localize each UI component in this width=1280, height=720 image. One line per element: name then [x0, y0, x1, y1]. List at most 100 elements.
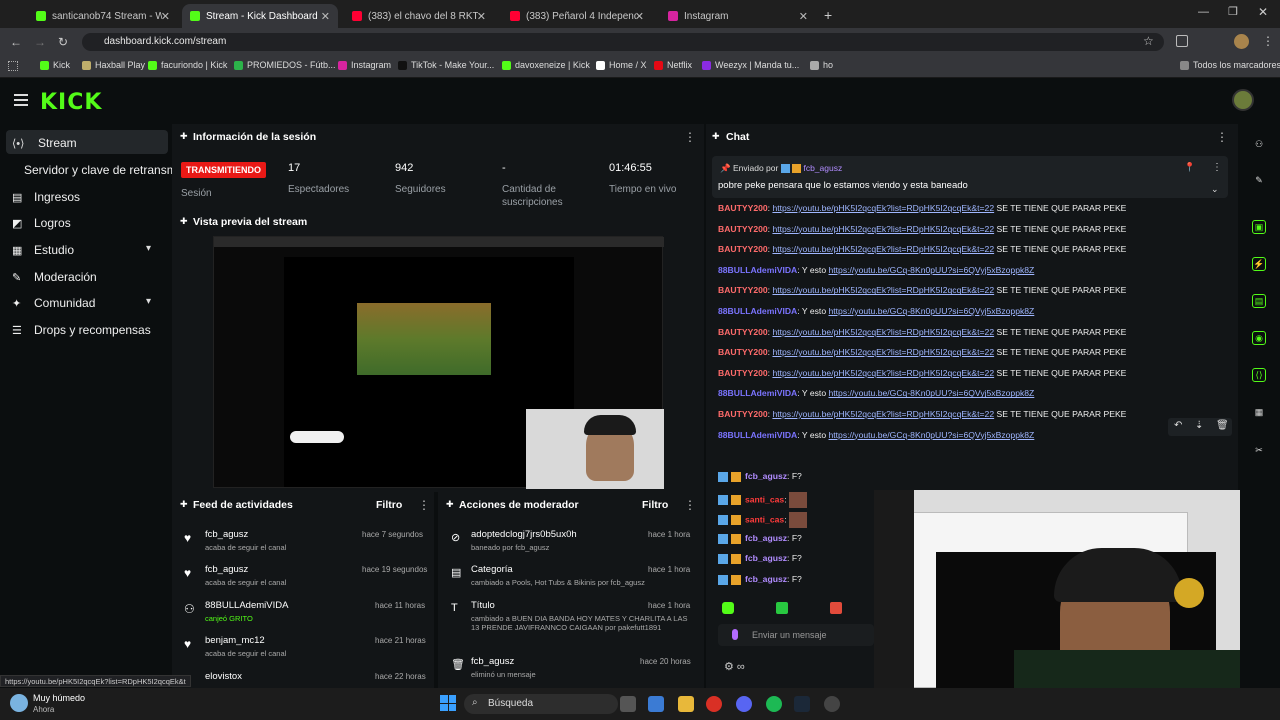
- app-icon[interactable]: [824, 696, 840, 712]
- chat-link[interactable]: https://youtu.be/pHK5I2qcqEk?list=RDpHK5…: [772, 409, 994, 419]
- hamburger-menu-icon[interactable]: [14, 94, 28, 106]
- chat-message[interactable]: BAUTYY200: https://youtu.be/pHK5I2qcqEk?…: [718, 285, 1126, 295]
- chat-link[interactable]: https://youtu.be/pHK5I2qcqEk?list=RDpHK5…: [772, 285, 994, 295]
- chevron-down-icon[interactable]: ▾: [146, 243, 151, 254]
- chat-link[interactable]: https://youtu.be/pHK5I2qcqEk?list=RDpHK5…: [772, 224, 994, 234]
- sidebar-item-estudio[interactable]: ▦ Estudio: [12, 243, 74, 257]
- chat-username[interactable]: BAUTYY200: [718, 285, 768, 295]
- delete-icon[interactable]: 🗑: [1216, 420, 1229, 431]
- chevron-down-icon[interactable]: ▾: [146, 296, 151, 307]
- chat-message[interactable]: BAUTYY200: https://youtu.be/pHK5I2qcqEk?…: [718, 347, 1126, 357]
- tool-icon[interactable]: ⚡: [1252, 257, 1266, 271]
- pin-message-icon[interactable]: ⇣: [1195, 420, 1203, 431]
- chat-username[interactable]: santi_cas: [745, 494, 784, 504]
- chat-username[interactable]: BAUTYY200: [718, 347, 768, 357]
- browser-tab[interactable]: Instagram ✕: [660, 4, 816, 28]
- sidebar-item-comunidad[interactable]: ✦ Comunidad: [12, 296, 95, 310]
- chat-username[interactable]: BAUTYY200: [718, 224, 768, 234]
- chat-message[interactable]: santi_cas:: [718, 491, 807, 508]
- chat-message[interactable]: 88BULLAdemiVIDA: Y esto https://youtu.be…: [718, 306, 1034, 316]
- chat-settings-icon[interactable]: ⚙ ∞: [724, 660, 745, 673]
- close-tab-icon[interactable]: ✕: [635, 10, 644, 23]
- tool-icon[interactable]: ▤: [1252, 294, 1266, 308]
- browser-tab[interactable]: (383) Peñarol 4 Independient✕: [502, 4, 652, 28]
- mod-action-title[interactable]: Título: [471, 600, 495, 611]
- close-tab-icon[interactable]: ✕: [161, 10, 170, 23]
- chat-username[interactable]: BAUTYY200: [718, 409, 768, 419]
- kick-logo[interactable]: KICK: [40, 90, 102, 115]
- bookmark-item[interactable]: Kick: [40, 60, 70, 70]
- emote-icon[interactable]: [776, 602, 788, 614]
- mod-menu-icon[interactable]: ⋮: [684, 498, 696, 512]
- tool-icon[interactable]: ✎: [1252, 174, 1266, 188]
- sidebar-item-stream[interactable]: ⟨•⟩ Stream: [12, 136, 77, 150]
- bookmark-item[interactable]: davoxeneize | Kick: [502, 60, 590, 70]
- chat-username[interactable]: BAUTYY200: [718, 368, 768, 378]
- tool-icon[interactable]: ⚇: [1252, 138, 1266, 152]
- user-avatar[interactable]: [1232, 89, 1254, 111]
- app-icon[interactable]: [648, 696, 664, 712]
- mod-action-title[interactable]: Categoría: [471, 564, 513, 575]
- steam-icon[interactable]: [794, 696, 810, 712]
- feed-user[interactable]: benjam_mc12: [205, 635, 265, 646]
- close-window-icon[interactable]: ✕: [1258, 5, 1268, 19]
- chrome-icon[interactable]: [706, 696, 722, 712]
- weather-icon[interactable]: [10, 694, 28, 712]
- chat-username[interactable]: 88BULLAdemiVIDA: [718, 388, 797, 398]
- chat-username[interactable]: fcb_agusz: [745, 471, 787, 481]
- chat-message[interactable]: BAUTYY200: https://youtu.be/pHK5I2qcqEk?…: [718, 409, 1126, 419]
- browser-menu-icon[interactable]: ⋮: [1262, 34, 1274, 48]
- windows-start-icon[interactable]: [440, 695, 456, 711]
- close-tab-icon[interactable]: ✕: [799, 10, 808, 23]
- browser-tab[interactable]: santicanob74 Stream - Watch L✕: [28, 4, 178, 28]
- tool-icon[interactable]: ✂: [1252, 444, 1266, 458]
- file-explorer-icon[interactable]: [678, 696, 694, 712]
- chat-message[interactable]: 88BULLAdemiVIDA: Y esto https://youtu.be…: [718, 388, 1034, 398]
- bookmark-item[interactable]: Weezyx | Manda tu...: [702, 60, 799, 70]
- chat-link[interactable]: https://youtu.be/GCq-8Kn0pUU?si=6QVyj5xB…: [829, 306, 1035, 316]
- new-tab-icon[interactable]: +: [824, 7, 832, 23]
- emote-icon[interactable]: [722, 602, 734, 614]
- mod-filter-button[interactable]: Filtro: [642, 499, 668, 511]
- bookmark-item[interactable]: PROMIEDOS - Fútb...: [234, 60, 336, 70]
- reload-icon[interactable]: ↻: [58, 35, 68, 49]
- close-tab-icon[interactable]: ✕: [321, 10, 330, 23]
- feed-user[interactable]: 88BULLAdemiVIDA: [205, 600, 288, 611]
- profile-avatar[interactable]: [1234, 34, 1249, 49]
- chat-message[interactable]: fcb_agusz: F?: [718, 574, 802, 585]
- feed-user[interactable]: fcb_agusz: [205, 529, 248, 540]
- feed-menu-icon[interactable]: ⋮: [418, 498, 430, 512]
- reply-icon[interactable]: ↶: [1174, 420, 1182, 431]
- bookmark-item[interactable]: Instagram: [338, 60, 391, 70]
- chat-username[interactable]: fcb_agusz: [745, 553, 787, 563]
- chat-message[interactable]: fcb_agusz: F?: [718, 533, 802, 544]
- tool-icon[interactable]: ⟨⟩: [1252, 368, 1266, 382]
- chat-username[interactable]: 88BULLAdemiVIDA: [718, 265, 797, 275]
- browser-tab[interactable]: (383) el chavo del 8 RKT saturs✕: [344, 4, 494, 28]
- chat-link[interactable]: https://youtu.be/GCq-8Kn0pUU?si=6QVyj5xB…: [829, 388, 1035, 398]
- emote-icon[interactable]: [830, 602, 842, 614]
- chat-message[interactable]: fcb_agusz: F?: [718, 553, 802, 565]
- bookmark-item[interactable]: TikTok - Make Your...: [398, 60, 494, 70]
- chat-username[interactable]: BAUTYY200: [718, 203, 768, 213]
- chat-username[interactable]: fcb_agusz: [745, 574, 787, 584]
- chevron-down-icon[interactable]: ⌄: [1211, 184, 1219, 195]
- sidebar-item-drops[interactable]: ☰ Drops y recompensas: [12, 323, 151, 337]
- feed-filter-button[interactable]: Filtro: [376, 499, 402, 511]
- extensions-icon[interactable]: [1176, 35, 1188, 47]
- chat-link[interactable]: https://youtu.be/pHK5I2qcqEk?list=RDpHK5…: [772, 244, 994, 254]
- discord-icon[interactable]: [736, 696, 752, 712]
- bookmark-item[interactable]: Netflix: [654, 60, 692, 70]
- task-view-icon[interactable]: [620, 696, 636, 712]
- tool-icon[interactable]: ▦: [1252, 406, 1266, 420]
- chat-link[interactable]: https://youtu.be/pHK5I2qcqEk?list=RDpHK5…: [772, 368, 994, 378]
- chat-menu-icon[interactable]: ⋮: [1216, 130, 1228, 144]
- chat-message[interactable]: 88BULLAdemiVIDA: Y esto https://youtu.be…: [718, 430, 1034, 440]
- session-menu-icon[interactable]: ⋮: [684, 130, 696, 144]
- mod-action-title[interactable]: adoptedclogj7jrs0b5ux0h: [471, 529, 577, 540]
- chat-message[interactable]: fcb_agusz: F?: [718, 471, 802, 482]
- chat-username[interactable]: 88BULLAdemiVIDA: [718, 430, 797, 440]
- chat-message[interactable]: 88BULLAdemiVIDA: Y esto https://youtu.be…: [718, 265, 1034, 275]
- chat-link[interactable]: https://youtu.be/GCq-8Kn0pUU?si=6QVyj5xB…: [829, 265, 1035, 275]
- browser-tab[interactable]: Stream - Kick Dashboard ✕: [182, 4, 338, 28]
